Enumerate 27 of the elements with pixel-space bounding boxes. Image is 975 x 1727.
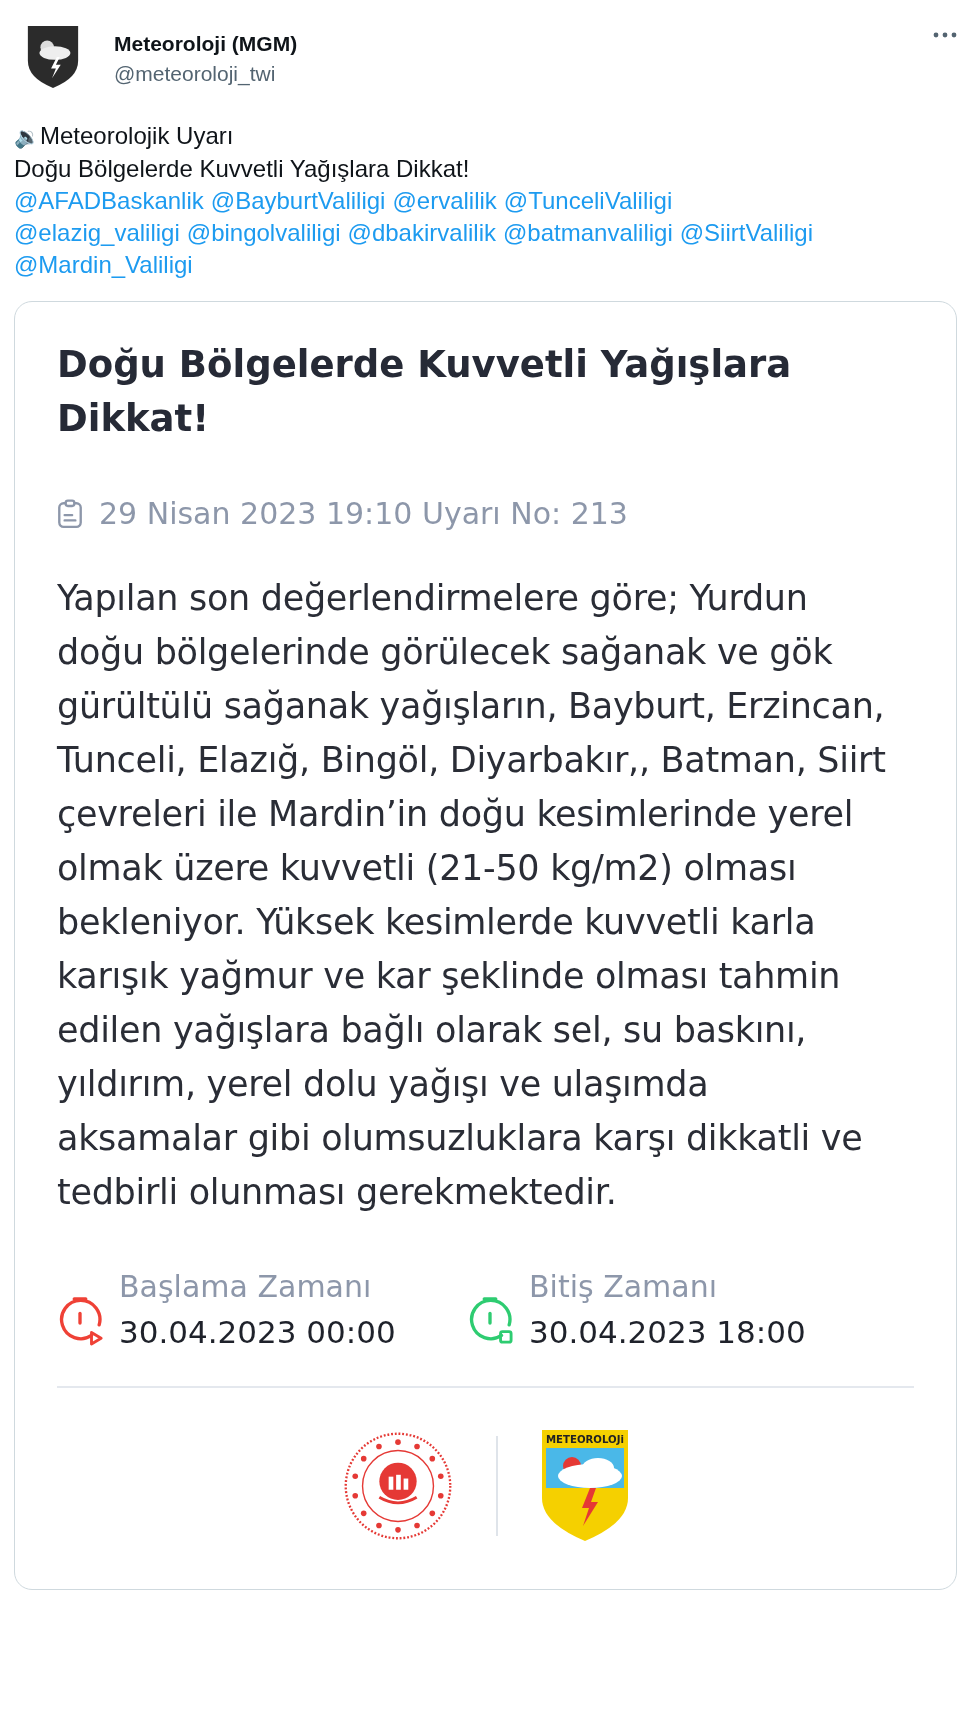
mention-link[interactable]: @dbakirvalilik bbox=[347, 217, 496, 249]
mention-link[interactable]: @Mardin_Valiligi bbox=[14, 249, 193, 281]
mention-link[interactable]: @ervalilik bbox=[392, 185, 497, 217]
mention-link[interactable]: @elazig_valiligi bbox=[14, 217, 180, 249]
time-value: 30.04.2023 18:00 bbox=[529, 1314, 806, 1350]
mention-link[interactable]: @BayburtValiligi bbox=[210, 185, 386, 217]
mention-link[interactable]: @AFADBaskanlik bbox=[14, 185, 204, 217]
time-label: Başlama Zamanı bbox=[119, 1269, 373, 1304]
speaker-icon: 🔉 bbox=[14, 125, 40, 148]
mention-link[interactable]: @SiirtValiligi bbox=[679, 217, 814, 249]
author-handle[interactable]: @meteoroloji_twi bbox=[114, 62, 901, 86]
card-title: Doğu Bölgelerde Kuvvetli Yağışlara Dikkat! bbox=[57, 342, 793, 442]
more-options-icon[interactable] bbox=[933, 32, 957, 38]
clipboard-icon bbox=[57, 498, 83, 529]
date-text: 29 Nisan 2023 19:10 Uyarı No: 213 bbox=[99, 496, 628, 531]
mention-link[interactable]: @bingolvaliligi bbox=[186, 217, 341, 249]
mention-link[interactable]: @batmanvaliligi bbox=[502, 217, 673, 249]
author-name[interactable]: Meteoroloji (MGM) bbox=[114, 32, 901, 56]
time-label: Bitiş Zamanı bbox=[529, 1269, 719, 1304]
tweet-subheading: Doğu Bölgelerde Kuvvetli Yağışlara Dikkat! bbox=[14, 155, 470, 182]
warning-card[interactable] bbox=[14, 301, 957, 1590]
stopwatch-play-icon bbox=[57, 1295, 103, 1348]
mention-link[interactable]: @TunceliValiligi bbox=[503, 185, 673, 217]
warning-text: Yapılan son değerlendirmelere göre; Yurdun doğu bölgelerinde görülecek sağanak ve gök gürültülü sağanak yağışların, Bayburt, Erzincan, Tunceli, Elazığ, Bingöl, Diyarbakır,, Batman, Siirt çevreleri ile Mardin’in doğu kesimlerinde yerel olmak üzere kuvvetli (21-50 kg/m2) olması bekleniyor. Yüksek kesimlerde kuvvetli karla karışık yağmur ve kar şeklinde olması tahmin edilen yağışlara bağlı olarak sel, su baskını, yıldırım, yerel dolu yağışı ve ulaşımda aksamalar gibi olumsuzluklara karşı dikkatli ve tedbirli olunması gerekmektedir. bbox=[57, 577, 887, 1214]
tweet-heading: Meteorolojik Uyarı bbox=[40, 122, 234, 149]
meteoroloji-logo: METEOROLOJi bbox=[539, 1428, 630, 1543]
time-value: 30.04.2023 00:00 bbox=[119, 1314, 396, 1350]
